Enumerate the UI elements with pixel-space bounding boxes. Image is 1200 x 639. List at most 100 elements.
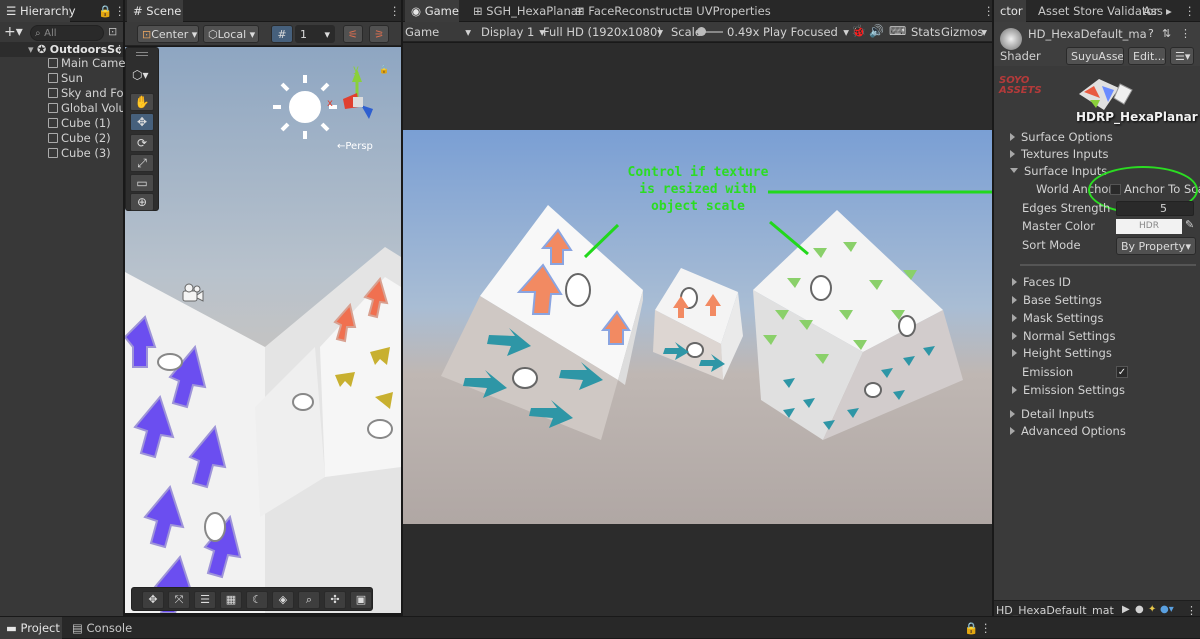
- vertex-icon[interactable]: ◈: [272, 591, 294, 609]
- emission-checkbox[interactable]: ✓: [1116, 366, 1128, 378]
- slider-handle[interactable]: [697, 27, 706, 36]
- eyedropper-icon[interactable]: ✎: [1185, 218, 1194, 231]
- foldout-icon: [1010, 150, 1015, 158]
- sphere-icon[interactable]: ●: [1135, 604, 1144, 615]
- edges-strength-field[interactable]: 5: [1116, 201, 1194, 216]
- play-icon[interactable]: ▶: [1122, 604, 1130, 615]
- more-menu-icon[interactable]: ⋮: [114, 42, 123, 57]
- game-render[interactable]: Control if texture is resized with objec…: [403, 130, 992, 524]
- keyboard-icon[interactable]: ⌨: [889, 24, 906, 38]
- grid-toggle-button[interactable]: #: [271, 25, 293, 43]
- help-icon[interactable]: ?: [1148, 27, 1154, 40]
- hierarchy-item[interactable]: Sun: [48, 71, 83, 86]
- tab-inspector[interactable]: ctor: [994, 0, 1026, 22]
- chevron-right-icon[interactable]: ▸: [1160, 0, 1178, 22]
- scale-icon[interactable]: ⤧: [168, 591, 190, 609]
- play-mode-dropdown[interactable]: Play Focused ▾: [763, 25, 849, 39]
- shader-dropdown[interactable]: SuyuAsse▾: [1066, 47, 1124, 65]
- drag-handle-icon[interactable]: [136, 52, 148, 56]
- tab-project[interactable]: ▬ Project: [0, 617, 62, 639]
- pivot-center-dropdown[interactable]: ⊡Center ▾: [137, 25, 199, 43]
- tab-scene[interactable]: # Scene: [127, 0, 183, 22]
- scene-toolbar: ⊡Center ▾ ⬡Local ▾ # 1 ▾ ⚟ ⚞: [125, 22, 401, 46]
- grid-size-field[interactable]: 1 ▾: [295, 25, 335, 43]
- tab-console[interactable]: ▤ Console: [66, 617, 138, 639]
- search-options-icon[interactable]: ⊡: [108, 25, 117, 38]
- bug-icon[interactable]: 🐞: [851, 24, 866, 38]
- section-base-settings[interactable]: Base Settings: [1012, 292, 1102, 309]
- audio-icon[interactable]: 🔊: [869, 24, 884, 38]
- section-textures-inputs[interactable]: Textures Inputs: [1010, 146, 1109, 163]
- pan-icon[interactable]: ✣: [324, 591, 346, 609]
- display-mode-dropdown[interactable]: Game ▾: [405, 25, 471, 39]
- hierarchy-item[interactable]: Cube (2): [48, 131, 111, 146]
- bottom-tool-strip: ✥ ⤧ ☰ ▦ ☾ ◈ ⌕ ✣ ▣: [131, 587, 373, 611]
- tab-uv-properties[interactable]: ⊞ UVProperties: [677, 0, 777, 22]
- scene-root-row[interactable]: ▾ ✪ OutdoorsSc ⋮: [0, 42, 123, 57]
- section-surface-options[interactable]: Surface Options: [1010, 129, 1113, 146]
- light-icon[interactable]: ✦: [1148, 604, 1156, 615]
- shader-options-button[interactable]: ☰▾: [1170, 47, 1194, 65]
- moon-icon[interactable]: ☾: [246, 591, 268, 609]
- search-icon: ⌕: [35, 28, 41, 39]
- persp-label[interactable]: ←Persp: [337, 141, 373, 152]
- section-emission-settings[interactable]: Emission Settings: [1012, 382, 1125, 399]
- section-height-settings[interactable]: Height Settings: [1012, 345, 1112, 362]
- hierarchy-item[interactable]: Main Camera: [48, 56, 137, 71]
- rect-tool-icon[interactable]: ▭: [130, 174, 154, 192]
- view-cube-dropdown[interactable]: ⬡▾: [132, 68, 149, 82]
- hierarchy-item[interactable]: Cube (3): [48, 146, 111, 161]
- display-dropdown[interactable]: Display 1 ▾: [481, 25, 545, 39]
- tab-face-reconstruct[interactable]: ⊞ FaceReconstruct: [569, 0, 689, 22]
- scene-render: [125, 69, 401, 613]
- expand-arrow-icon[interactable]: ▾: [28, 43, 34, 56]
- hierarchy-item[interactable]: Sky and Fog V: [48, 86, 123, 101]
- sliders-icon[interactable]: ☰: [194, 591, 216, 609]
- hierarchy-item[interactable]: Cube (1): [48, 116, 111, 131]
- transform-tool-icon[interactable]: ⊕: [130, 193, 154, 211]
- more-menu-icon[interactable]: ⋮: [1178, 0, 1200, 22]
- section-advanced-options[interactable]: Advanced Options: [1010, 423, 1126, 440]
- tab-hierarchy[interactable]: ☰ Hierarchy: [0, 0, 76, 22]
- move-icon[interactable]: ✥: [142, 591, 164, 609]
- scale-slider[interactable]: [697, 27, 723, 36]
- resolution-dropdown[interactable]: Full HD (1920x1080) ▾: [543, 25, 663, 39]
- rotate-tool-icon[interactable]: ⟳: [130, 134, 154, 152]
- search-icon[interactable]: ⌕: [298, 591, 320, 609]
- space-local-dropdown[interactable]: ⬡Local ▾: [203, 25, 259, 43]
- add-object-button[interactable]: +▾: [4, 24, 23, 40]
- hand-tool-icon[interactable]: ✋: [130, 93, 154, 111]
- stats-button[interactable]: Stats: [911, 25, 940, 39]
- master-color-label: Master Color: [1022, 219, 1095, 233]
- section-surface-inputs[interactable]: Surface Inputs: [1010, 163, 1107, 180]
- scale-tool-icon[interactable]: ⤢: [130, 154, 154, 172]
- scene-viewport[interactable]: y x 🔒 ←Persp ⬡▾ ✋ ✥ ⟳ ⤢ ▭ ⊕ ✥ ⤧ ☰ ▦ ☾ ◈ …: [125, 47, 401, 613]
- master-color-swatch[interactable]: HDR: [1116, 219, 1182, 234]
- grid-icon: #: [133, 4, 147, 18]
- tab-game[interactable]: ◉ Game: [405, 0, 459, 22]
- hierarchy-search[interactable]: ⌕ All: [30, 25, 104, 41]
- folder-icon: ▬: [6, 621, 21, 635]
- camera-icon[interactable]: ▣: [350, 591, 372, 609]
- hierarchy-item[interactable]: Global Volume: [48, 101, 123, 116]
- move-tool-icon[interactable]: ✥: [130, 113, 154, 131]
- section-faces-id[interactable]: Faces ID: [1012, 274, 1071, 291]
- section-mask-settings[interactable]: Mask Settings: [1012, 310, 1103, 327]
- section-detail-inputs[interactable]: Detail Inputs: [1010, 406, 1094, 423]
- preview-shape-dropdown[interactable]: ●▾: [1160, 604, 1174, 615]
- more-menu-icon[interactable]: ⋮: [974, 617, 998, 639]
- settings-icon[interactable]: ⇅: [1162, 27, 1171, 40]
- grid-paint-icon[interactable]: ▦: [220, 591, 242, 609]
- pivot-icon: ⊡: [142, 28, 152, 41]
- material-name: HD_HexaDefault_mat (Mater: [1028, 27, 1146, 41]
- more-menu-icon[interactable]: ⋮: [1180, 27, 1191, 40]
- snap-settings-button[interactable]: ⚞: [369, 25, 389, 43]
- section-normal-settings[interactable]: Normal Settings: [1012, 328, 1115, 345]
- lock-icon[interactable]: 🔒: [379, 65, 389, 74]
- foldout-icon: [1012, 296, 1017, 304]
- gizmos-dropdown[interactable]: Gizmos ▾: [941, 25, 987, 39]
- snap-increment-button[interactable]: ⚟: [343, 25, 363, 43]
- sort-mode-dropdown[interactable]: By Property ▾: [1116, 237, 1196, 255]
- edit-shader-button[interactable]: Edit...: [1128, 47, 1166, 65]
- gameobject-icon: [48, 58, 58, 68]
